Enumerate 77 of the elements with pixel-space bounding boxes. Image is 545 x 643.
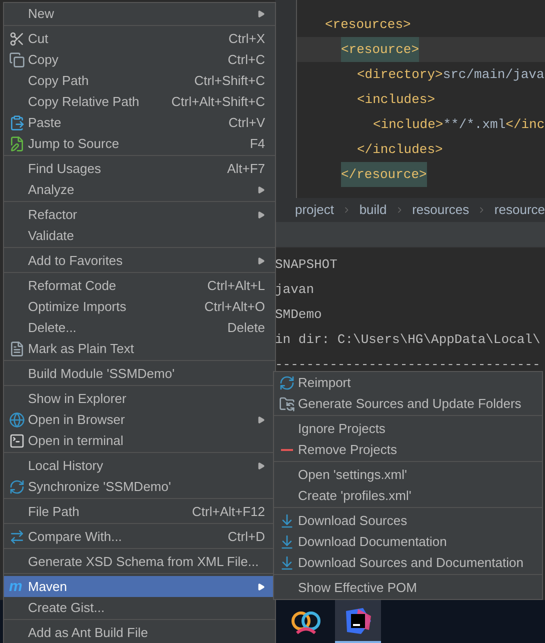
menu-item[interactable]: Download Documentation	[274, 531, 542, 552]
menu-item[interactable]: Download Sources	[274, 510, 542, 531]
minus-icon	[281, 448, 293, 450]
menu-item[interactable]: Open 'settings.xml'	[274, 464, 542, 485]
menu-item[interactable]: Generate XSD Schema from XML File...	[4, 551, 275, 572]
console-line: SMDemo	[275, 306, 323, 324]
menu-item[interactable]: m Maven	[4, 576, 275, 597]
breadcrumb-item[interactable]: project	[295, 200, 334, 220]
taskbar-app-button[interactable]	[335, 600, 381, 643]
console-line: in dir: C:\Users\HG\AppData\Local\	[275, 330, 542, 349]
clipboard-icon	[9, 114, 25, 130]
breadcrumb-item[interactable]: resource	[494, 200, 545, 220]
menu-item[interactable]: Cut Ctrl+X	[4, 28, 275, 49]
menu-item[interactable]: Validate	[4, 225, 275, 246]
submenu-arrow-icon	[257, 210, 265, 220]
sync-icon	[9, 478, 25, 494]
menu-item[interactable]: Remove Projects	[274, 439, 542, 460]
menu-item[interactable]: Add as Ant Build File	[4, 622, 275, 643]
menu-item[interactable]: Open in Browser	[4, 409, 275, 430]
submenu-arrow-icon	[257, 414, 265, 424]
menu-item[interactable]: Paste Ctrl+V	[4, 112, 275, 133]
menu-item[interactable]: Copy Relative Path Ctrl+Alt+Shift+C	[4, 91, 275, 112]
menu-item[interactable]: Delete... Delete	[4, 317, 275, 338]
menu-item[interactable]: Refactor	[4, 204, 275, 225]
copy-icon	[9, 52, 25, 68]
menu-item[interactable]: Find Usages Alt+F7	[4, 158, 275, 179]
menu-item[interactable]: Show in Explorer	[4, 388, 275, 409]
menu-item[interactable]: Copy Ctrl+C	[4, 49, 275, 70]
code-line: </includes>	[357, 140, 443, 159]
breadcrumb-item[interactable]: build	[359, 200, 387, 220]
console-line: ----------------------------------	[275, 356, 542, 374]
menu-item[interactable]: Create 'profiles.xml'	[274, 485, 542, 506]
menu-item[interactable]: Compare With... Ctrl+D	[4, 526, 275, 547]
menu-item[interactable]: Copy Path Ctrl+Shift+C	[4, 70, 275, 91]
submenu-arrow-icon	[257, 582, 265, 592]
download-icon	[279, 554, 295, 570]
console-line: javan	[275, 280, 316, 299]
menu-item[interactable]: Synchronize 'SSMDemo'	[4, 476, 275, 497]
menu-item[interactable]: Add to Favorites	[4, 250, 275, 271]
scissors-icon	[9, 30, 25, 46]
menu-item[interactable]: Show Effective POM	[274, 577, 542, 598]
menu-item[interactable]: Reimport	[274, 372, 542, 393]
app-logo-icon	[343, 606, 373, 636]
document-icon	[9, 340, 25, 356]
submenu-arrow-icon	[257, 460, 265, 470]
menu-item[interactable]: Optimize Imports Ctrl+Alt+O	[4, 296, 275, 317]
console-line: SNAPSHOT	[275, 256, 338, 274]
menu-item[interactable]: File Path Ctrl+Alt+F12	[4, 501, 275, 522]
menu-item[interactable]: Build Module 'SSMDemo'	[4, 363, 275, 384]
code-line: <resources>	[325, 16, 411, 34]
compare-icon	[9, 528, 25, 544]
menu-item[interactable]: New	[4, 3, 275, 24]
terminal-icon	[9, 432, 25, 448]
menu-item[interactable]: Mark as Plain Text	[4, 338, 275, 359]
menu-item[interactable]: Jump to Source F4	[4, 133, 275, 154]
breadcrumb-item[interactable]: resources	[412, 200, 470, 220]
file-pen-icon	[9, 136, 25, 152]
folder-sync-icon	[279, 396, 295, 412]
code-line: <directory>src/main/java	[357, 66, 544, 84]
menu-item[interactable]: Local History	[4, 455, 275, 476]
menu-item[interactable]: Generate Sources and Update Folders	[274, 393, 542, 414]
download-icon	[279, 534, 295, 550]
menu-item[interactable]: Create Gist...	[4, 597, 275, 618]
menu-item[interactable]: Download Sources and Documentation	[274, 552, 542, 573]
menu-item[interactable]: Ignore Projects	[274, 418, 542, 439]
download-icon	[279, 512, 295, 528]
code-line: <includes>	[357, 90, 436, 109]
submenu-arrow-icon	[257, 184, 265, 194]
globe-icon	[9, 412, 25, 428]
menu-item[interactable]: Open in terminal	[4, 430, 275, 451]
sync-icon	[279, 374, 295, 390]
code-line: <include>**/*.xml</inc	[373, 116, 545, 134]
menu-item[interactable]: Reformat Code Ctrl+Alt+L	[4, 275, 275, 296]
menu-item[interactable]: Analyze	[4, 179, 275, 200]
submenu-arrow-icon	[257, 8, 265, 18]
submenu-arrow-icon	[257, 256, 265, 266]
m-logo-icon: m	[9, 579, 22, 594]
